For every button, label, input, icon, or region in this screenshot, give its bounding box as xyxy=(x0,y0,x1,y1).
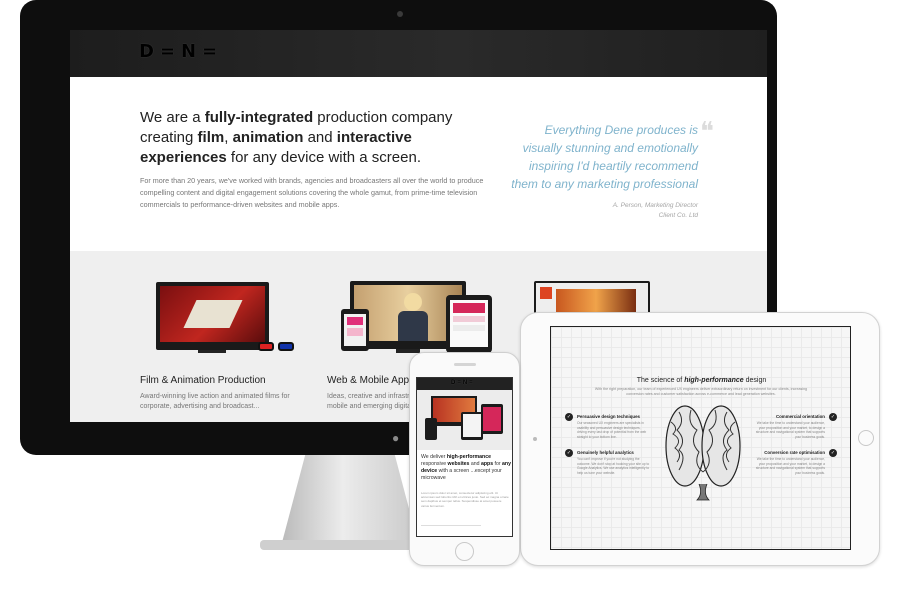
commercial-orientation-icon: ✓ xyxy=(829,413,837,421)
tablet-website-screen: The science of high-performance design W… xyxy=(550,326,851,550)
service-desc-film: Award-winning live action and animated f… xyxy=(140,393,290,410)
iphone-device: D=N= We deliver high-performance respons… xyxy=(409,352,520,566)
phone-illustration xyxy=(341,309,369,351)
analytics-icon: ✓ xyxy=(565,449,573,457)
mobile-header: D=N= xyxy=(417,378,512,390)
film-still-image xyxy=(160,286,265,342)
science-title: The science of high-performance design xyxy=(636,377,767,384)
mobile-divider xyxy=(421,525,481,526)
feature-text-commercial: We take the time to understand your audi… xyxy=(755,421,825,439)
monitor-stand xyxy=(396,349,420,353)
game-board-shape xyxy=(183,300,243,328)
iphone-speaker xyxy=(454,363,476,366)
mobile-tagline: We deliver high-performance responsive w… xyxy=(421,454,511,481)
ipad-device: The science of high-performance design W… xyxy=(520,312,880,566)
brain-illustration xyxy=(665,405,741,501)
quote-mark-icon: ❝ xyxy=(700,117,714,147)
feature-text-analytics: You can't improve if you're not studying… xyxy=(577,457,650,475)
testimonial-author: A. Person, Marketing Director Client Co.… xyxy=(612,202,698,219)
feature-text-conversion: We take the time to understand your audi… xyxy=(755,457,825,475)
feature-title-conversion: Conversion rate optimisation xyxy=(764,450,825,455)
persuasive-design-icon: ✓ xyxy=(565,413,573,421)
iphone-home-button[interactable] xyxy=(455,542,474,561)
testimonial-quote: Everything Dene produces is visually stu… xyxy=(511,123,698,191)
ipad-camera xyxy=(533,437,537,441)
service-title-web[interactable]: Web & Mobile Apps xyxy=(327,375,414,386)
site-header: D=N= xyxy=(70,30,767,77)
3d-glasses-icon xyxy=(258,342,298,352)
tv-stand xyxy=(198,350,226,353)
hero-description: For more than 20 years, we've worked wit… xyxy=(140,176,484,209)
feature-title-persuasive: Persuasive design techniques xyxy=(577,414,640,419)
site-logo[interactable]: D=N= xyxy=(139,41,223,62)
imac-stand xyxy=(280,455,420,550)
feature-title-analytics: Genuinely helpful analytics xyxy=(577,450,634,455)
feature-text-persuasive: Our seasoned UX engineers are specialist… xyxy=(577,421,647,439)
feature-title-commercial: Commercial orientation xyxy=(775,414,825,419)
hero-section: We are a fully-integrated production com… xyxy=(70,77,767,251)
ipad-home-button[interactable] xyxy=(858,430,874,446)
mobile-body-text: Lorem ipsum dolor sit amet, consectetur … xyxy=(421,491,509,508)
mobile-logo[interactable]: D=N= xyxy=(451,380,475,386)
apple-logo-icon: ● xyxy=(392,431,400,445)
imac-camera xyxy=(397,11,403,17)
service-title-film[interactable]: Film & Animation Production xyxy=(140,375,266,386)
science-subtitle: With the right preparation, our team of … xyxy=(594,387,808,396)
tv-illustration xyxy=(156,282,269,350)
mobile-hero-devices xyxy=(417,390,512,450)
hero-headline: We are a fully-integrated production com… xyxy=(140,109,453,166)
tablet-illustration xyxy=(446,295,492,353)
conversion-rate-icon: ✓ xyxy=(829,449,837,457)
mobile-website-screen: D=N= We deliver high-performance respons… xyxy=(416,377,513,537)
